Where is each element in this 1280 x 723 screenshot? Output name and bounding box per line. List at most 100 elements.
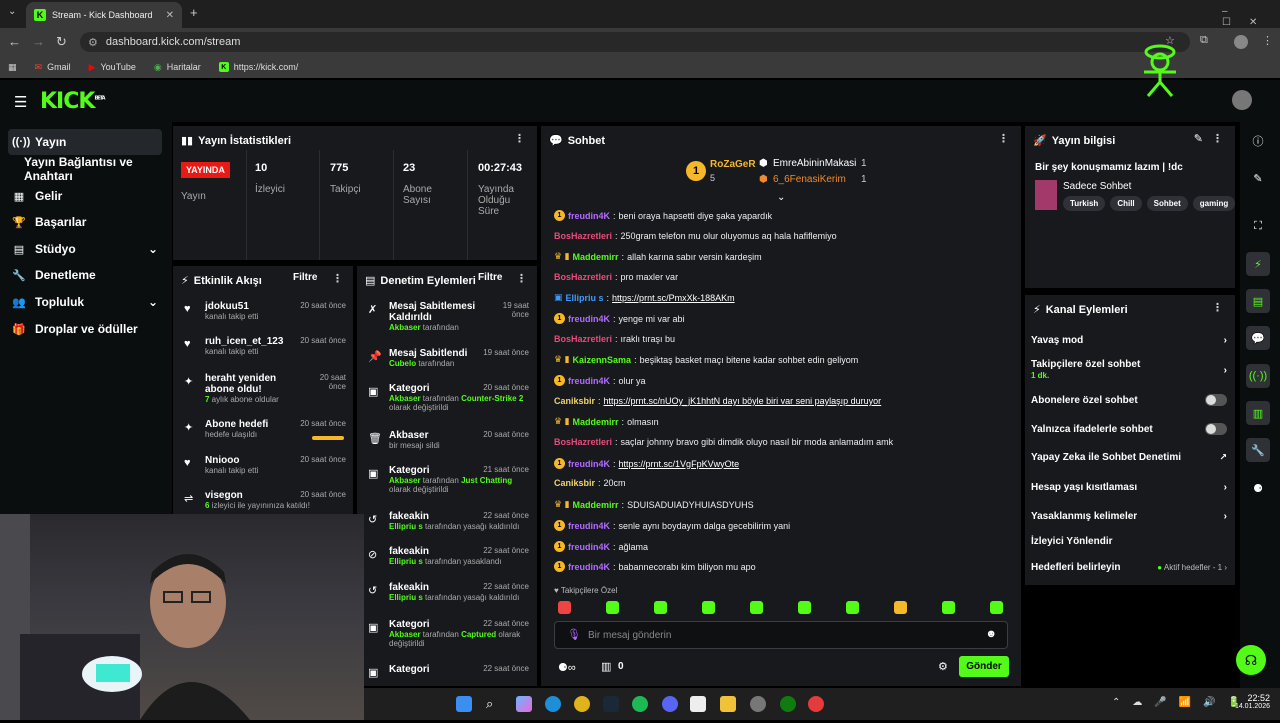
info-icon[interactable]: ⓘ [1246, 129, 1270, 153]
sidebar-item-community[interactable]: 👥 Topluluk ⌄ [8, 289, 162, 315]
tag-chip[interactable]: Turkish [1063, 196, 1106, 211]
pencil-icon[interactable]: ✎ [1246, 166, 1270, 190]
chat-username[interactable]: Caniksbir [554, 478, 595, 488]
extensions-icon[interactable]: ⧉ [1200, 34, 1208, 47]
ai-moderation-row[interactable]: Yapay Zeka ile Sohbet Denetimi ↗ [1031, 452, 1227, 463]
quick-document-icon[interactable]: ▤ [1246, 289, 1270, 313]
chat-username[interactable]: BosHazretleri [554, 231, 612, 241]
more-options-icon[interactable]: ⋮ [1212, 132, 1223, 145]
profile-avatar[interactable] [1234, 35, 1248, 49]
microphone-icon[interactable]: 🎙 [567, 628, 581, 641]
site-info-icon[interactable]: ⚙ [88, 36, 98, 49]
filter-button[interactable]: Filtre [293, 272, 317, 283]
chat-username[interactable]: Ellipriu s [566, 293, 604, 303]
tag-chip[interactable]: Sohbet [1146, 196, 1188, 211]
followers-only-row[interactable]: Takipçilere özel sohbet 1 dk. › [1031, 359, 1227, 381]
emote-icon[interactable] [798, 601, 811, 614]
emote-icon[interactable] [846, 601, 859, 614]
chat-username[interactable]: freudin4K [568, 542, 610, 552]
chat-username[interactable]: freudin4K [568, 314, 610, 324]
emotes-only-toggle[interactable] [1205, 423, 1227, 435]
more-options-icon[interactable]: ⋮ [514, 132, 525, 145]
sidebar-item-stream[interactable]: ((·)) Yayın [8, 129, 162, 155]
windows-start-icon[interactable] [456, 696, 472, 712]
top-gifter-1-name[interactable]: RoZaGeR [710, 159, 756, 170]
category-name[interactable]: Sadece Sohbet [1063, 181, 1131, 192]
bookmark-youtube[interactable]: ▶ YouTube [89, 62, 136, 73]
emote-icon[interactable] [990, 601, 1003, 614]
back-icon[interactable]: ← [8, 34, 21, 49]
chat-username[interactable]: BosHazretleri [554, 272, 612, 282]
chat-username[interactable]: BosHazretleri [554, 437, 612, 447]
edge-icon[interactable] [545, 696, 561, 712]
window-controls[interactable]: –☐✕ [1222, 6, 1280, 28]
settings-icon[interactable] [750, 696, 766, 712]
sidebar-item-moderation[interactable]: 🔧 Denetleme [8, 262, 162, 288]
bookmark-kick[interactable]: Khttps://kick.com/ [218, 62, 298, 72]
reload-icon[interactable]: ↻ [56, 34, 67, 50]
goals-row[interactable]: Hedefleri belirleyin ● Aktif hedefler - 1… [1031, 562, 1227, 573]
more-options-icon[interactable]: ⋮ [516, 272, 527, 285]
expand-chevron-icon[interactable]: ⌄ [777, 192, 785, 203]
sidebar-item-stream-key[interactable]: Yayın Bağlantısı ve Anahtarı [20, 155, 174, 183]
filter-button[interactable]: Filtre [478, 272, 502, 283]
quick-chat-icon[interactable]: 💬 [1246, 326, 1270, 350]
chat-username[interactable]: Maddemirr [573, 417, 619, 427]
chat-username[interactable]: freudin4K [568, 521, 610, 531]
forward-icon[interactable]: → [32, 34, 45, 49]
emote-icon[interactable] [654, 601, 667, 614]
chat-username[interactable]: freudin4K [568, 376, 610, 386]
tag-chip[interactable]: gaming [1192, 196, 1236, 211]
emote-icon[interactable] [558, 601, 571, 614]
emoji-icon[interactable]: ☻ [985, 628, 997, 640]
send-button[interactable]: Gönder [959, 656, 1009, 677]
sidebar-item-revenue[interactable]: ▦ Gelir [8, 183, 162, 209]
help-headset-icon[interactable]: ☊ [1236, 645, 1266, 675]
chat-username[interactable]: freudin4K [568, 562, 610, 572]
chat-settings-icon[interactable]: ⚙ [938, 660, 948, 673]
emote-icon[interactable] [942, 601, 955, 614]
top-gifter-2-name[interactable]: EmreAbininMakasi [773, 158, 856, 169]
community-points-icon[interactable]: ⚈∞ [558, 661, 576, 674]
chrome-icon[interactable] [574, 696, 590, 712]
quick-store-icon[interactable]: ▥ [1246, 401, 1270, 425]
quick-wrench-icon[interactable]: 🔧 [1246, 438, 1270, 462]
quick-lightning-icon[interactable]: ⚡ [1246, 252, 1270, 276]
sidebar-item-achievements[interactable]: 🏆 Başarılar [8, 209, 162, 235]
top-gifter-3-name[interactable]: 6_6FenasiKerim [773, 174, 846, 185]
emote-icon[interactable] [894, 601, 907, 614]
emote-icon[interactable] [702, 601, 715, 614]
new-tab-icon[interactable]: + [190, 5, 198, 20]
more-options-icon[interactable]: ⋮ [332, 272, 343, 285]
chat-message-text[interactable]: https://prnt.sc/nUOy_jK1hhtN dayı böyle … [604, 396, 882, 406]
kick-logo[interactable]: KICKBETA [40, 89, 106, 114]
discord-icon[interactable] [662, 696, 678, 712]
close-tab-icon[interactable]: ✕ [166, 10, 174, 21]
fullscreen-icon[interactable]: ⛶ [1246, 214, 1270, 238]
subscribers-only-toggle[interactable] [1205, 394, 1227, 406]
bookmark-maps[interactable]: ◉ Haritalar [154, 62, 201, 73]
emote-icon[interactable] [750, 601, 763, 614]
tag-chip[interactable]: Chill [1110, 196, 1142, 211]
edit-icon[interactable]: ✎ [1194, 132, 1203, 145]
chat-message-text[interactable]: https://prnt.sc/PmxXk-188AKm [612, 293, 735, 303]
chat-input[interactable]: 🎙 Bir mesaj gönderin ☻ [554, 621, 1008, 649]
browser-tab[interactable]: K Stream - Kick Dashboard ✕ [26, 2, 182, 28]
sidebar-item-studio[interactable]: ▤ Stüdyo ⌄ [8, 236, 162, 262]
chat-username[interactable]: freudin4K [568, 211, 610, 221]
quick-community-icon[interactable]: ⚈ [1246, 476, 1270, 500]
hamburger-menu-icon[interactable]: ☰ [14, 93, 27, 111]
apps-grid-icon[interactable]: ▦ [8, 62, 17, 73]
quick-broadcast-icon[interactable]: ((·)) [1246, 364, 1270, 388]
account-age-row[interactable]: Hesap yaşı kısıtlaması › [1031, 482, 1227, 493]
sidebar-item-drops[interactable]: 🎁 Droplar ve ödüller [8, 316, 162, 342]
chat-username[interactable]: Maddemirr [573, 252, 619, 262]
chat-username[interactable]: KaizennSama [573, 355, 632, 365]
spotify-icon[interactable] [632, 696, 648, 712]
obs-icon[interactable] [690, 696, 706, 712]
app-icon[interactable] [808, 696, 824, 712]
browser-menu-icon[interactable]: ⋮ [1262, 34, 1273, 47]
xbox-icon[interactable] [780, 696, 796, 712]
banned-words-row[interactable]: Yasaklanmış kelimeler › [1031, 511, 1227, 522]
url-field[interactable]: ⚙ dashboard.kick.com/stream [80, 32, 1190, 52]
